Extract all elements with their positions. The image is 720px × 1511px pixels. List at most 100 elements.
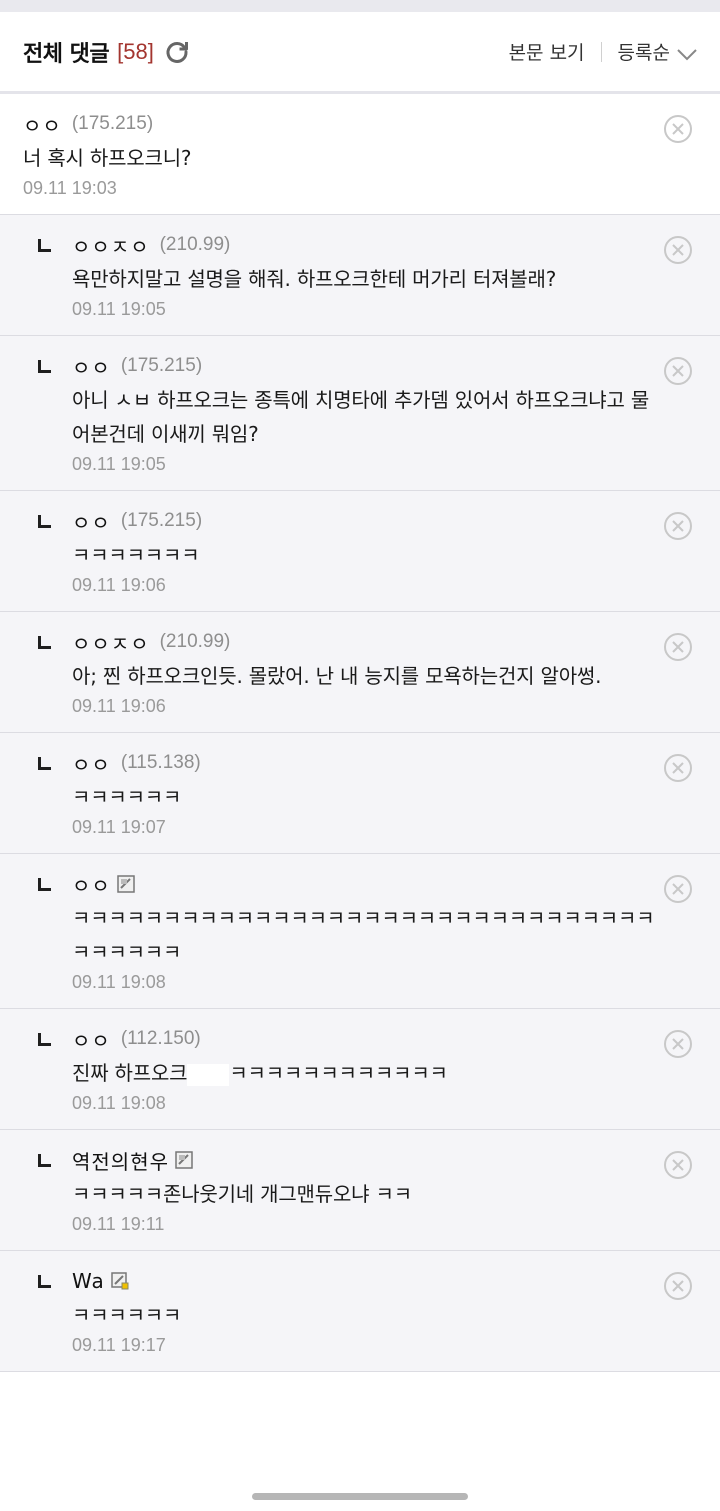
delete-comment-icon[interactable] xyxy=(663,114,693,144)
comment-text: ㅋㅋㅋㅋㅋㅋㅋ xyxy=(72,538,660,572)
delete-comment-icon[interactable] xyxy=(663,356,693,386)
comment-text: ㅋㅋㅋㅋㅋㅋ xyxy=(72,780,660,814)
delete-comment-icon[interactable] xyxy=(663,511,693,541)
comment-text: 진짜 하프오크 ㅋㅋㅋㅋㅋㅋㅋㅋㅋㅋㅋㅋ xyxy=(72,1056,660,1090)
comment-ip: (210.99) xyxy=(159,631,231,652)
comment-author[interactable]: ㅇㅇ xyxy=(23,110,62,139)
comment-item: ㅇㅇ (112.150) 진짜 하프오크 ㅋㅋㅋㅋㅋㅋㅋㅋㅋㅋㅋㅋ 09.11 19:0… xyxy=(0,1009,720,1130)
reply-arrow-icon xyxy=(38,1154,51,1167)
comment-date: 09.11 19:06 xyxy=(72,696,166,716)
delete-comment-icon[interactable] xyxy=(663,235,693,265)
comment-author[interactable]: 역전의현우 xyxy=(72,1146,169,1175)
comment-ip: (112.150) xyxy=(120,1028,201,1049)
view-body-button[interactable]: 본문 보기 xyxy=(509,38,585,65)
comment-item: ㅇㅇ (115.138) ㅋㅋㅋㅋㅋㅋ 09.11 19:07 xyxy=(0,733,720,854)
comment-meta: Wa xyxy=(72,1268,660,1294)
comment-text-content: 아; 찐 하프오크인듯. 몰랐어. 난 내 능지를 모욕하는건지 알아썽. xyxy=(72,664,602,688)
comment-author[interactable]: ㅇㅇㅈㅇ xyxy=(72,628,150,657)
comment-text-content: ㅋㅋㅋㅋㅋ존나웃기네 개그맨듀오냐 ㅋㅋ xyxy=(72,1182,412,1206)
delete-comment-icon[interactable] xyxy=(663,874,693,904)
comment-meta: 역전의현우 xyxy=(72,1146,660,1175)
comment-text-content: 너 혹시 하프오크니? xyxy=(23,146,192,170)
comment-author[interactable]: Wa xyxy=(72,1269,105,1293)
reply-arrow-icon xyxy=(38,239,51,252)
comments-header: 전체 댓글 [58] 본문 보기 등록순 xyxy=(0,12,720,94)
delete-comment-icon[interactable] xyxy=(663,1271,693,1301)
reply-arrow-icon xyxy=(38,360,51,373)
comment-text-tail: ㅋㅋㅋㅋㅋㅋㅋㅋㅋㅋㅋㅋ xyxy=(229,1061,448,1085)
comment-text: 욕만하지말고 설명을 해줘. 하프오크한테 머가리 터져볼래? xyxy=(72,262,660,296)
reply-arrow-icon xyxy=(38,636,51,649)
comment-meta: ㅇㅇ (175.215) xyxy=(72,352,660,381)
comment-text: 아; 찐 하프오크인듯. 몰랐어. 난 내 능지를 모욕하는건지 알아썽. xyxy=(72,659,660,693)
comment-author[interactable]: ㅇㅇ xyxy=(72,749,111,778)
comment-text: ㅋㅋㅋㅋㅋㅋㅋㅋㅋㅋㅋㅋㅋㅋㅋㅋㅋㅋㅋㅋㅋㅋㅋㅋㅋㅋㅋㅋㅋㅋㅋㅋㅋㅋㅋㅋㅋㅋ xyxy=(72,901,660,969)
comment-author[interactable]: ㅇㅇ xyxy=(72,870,111,899)
comment-item: ㅇㅇㅈㅇ (210.99) 욕만하지말고 설명을 해줘. 하프오크한테 머가리 터져… xyxy=(0,215,720,336)
comment-meta: ㅇㅇ (115.138) xyxy=(72,749,660,778)
comments-title: 전체 댓글 xyxy=(23,41,110,67)
comment-item: ㅇㅇ (175.215) 아니 ㅅㅂ 하프오크는 종특에 치명타에 추가뎀 있어서 … xyxy=(0,336,720,491)
comment-meta: ㅇㅇ (175.215) xyxy=(23,110,660,139)
comment-item: ㅇㅇ (175.215) 너 혹시 하프오크니? 09.11 19:03 xyxy=(0,94,720,215)
comment-meta: ㅇㅇ (112.150) xyxy=(72,1025,660,1054)
comment-author[interactable]: ㅇㅇ xyxy=(72,1025,111,1054)
reply-arrow-icon xyxy=(38,515,51,528)
comment-ip: (175.215) xyxy=(120,510,203,531)
header-left: 전체 댓글 [58] xyxy=(23,36,190,68)
comment-text-content: 진짜 하프오크 xyxy=(72,1061,188,1085)
refresh-icon[interactable] xyxy=(164,39,190,65)
comment-author[interactable]: ㅇㅇ xyxy=(72,507,111,536)
comment-item: ㅇㅇㅈㅇ (210.99) 아; 찐 하프오크인듯. 몰랐어. 난 내 능지를 모욕… xyxy=(0,612,720,733)
reply-arrow-icon xyxy=(38,1033,51,1046)
delete-comment-icon[interactable] xyxy=(663,1150,693,1180)
comment-ip: (115.138) xyxy=(120,752,201,773)
reply-arrow-icon xyxy=(38,757,51,770)
semi-fixed-nick-icon xyxy=(111,1272,129,1290)
chevron-down-icon[interactable] xyxy=(676,45,698,60)
comment-meta: ㅇㅇㅈㅇ (210.99) xyxy=(72,231,660,260)
home-indicator xyxy=(252,1493,468,1500)
fixed-nick-icon xyxy=(117,875,135,893)
header-right: 본문 보기 등록순 xyxy=(509,38,698,65)
comment-item: 역전의현우 ㅋㅋㅋㅋㅋ존나웃기네 개그맨듀오냐 ㅋㅋ 09.11 19:11 xyxy=(0,1130,720,1251)
sort-dropdown[interactable]: 등록순 xyxy=(618,38,670,65)
comment-text: 너 혹시 하프오크니? xyxy=(23,141,660,175)
comment-text-content: ㅋㅋㅋㅋㅋㅋㅋㅋㅋㅋㅋㅋㅋㅋㅋㅋㅋㅋㅋㅋㅋㅋㅋㅋㅋㅋㅋㅋㅋㅋㅋㅋㅋㅋㅋㅋㅋㅋ xyxy=(72,906,655,964)
comment-text: ㅋㅋㅋㅋㅋ존나웃기네 개그맨듀오냐 ㅋㅋ xyxy=(72,1177,660,1211)
comment-text-content: ㅋㅋㅋㅋㅋㅋㅋ xyxy=(72,543,200,567)
comment-date: 09.11 19:07 xyxy=(72,817,166,837)
reply-arrow-icon xyxy=(38,1275,51,1288)
comment-author[interactable]: ㅇㅇ xyxy=(72,352,111,381)
comment-date: 09.11 19:08 xyxy=(72,1093,166,1113)
comment-meta: ㅇㅇㅈㅇ (210.99) xyxy=(72,628,660,657)
comment-item: Wa ㅋㅋㅋㅋㅋㅋ 09.11 19:17 xyxy=(0,1251,720,1372)
comment-date: 09.11 19:05 xyxy=(72,299,166,319)
fixed-nick-icon xyxy=(175,1151,193,1169)
comment-ip: (210.99) xyxy=(159,234,231,255)
comment-text-content: 아니 ㅅㅂ 하프오크는 종특에 치명타에 추가뎀 있어서 하프오크냐고 물어본건… xyxy=(72,388,650,446)
comment-count: [58] xyxy=(117,38,154,64)
comment-item: ㅇㅇ (175.215) ㅋㅋㅋㅋㅋㅋㅋ 09.11 19:06 xyxy=(0,491,720,612)
comment-date: 09.11 19:05 xyxy=(72,454,166,474)
comment-text: 아니 ㅅㅂ 하프오크는 종특에 치명타에 추가뎀 있어서 하프오크냐고 물어본건… xyxy=(72,383,660,451)
delete-comment-icon[interactable] xyxy=(663,1029,693,1059)
comment-date: 09.11 19:06 xyxy=(72,575,166,595)
redacted-block xyxy=(187,1063,230,1086)
comment-date: 09.11 19:11 xyxy=(72,1214,165,1234)
comment-author[interactable]: ㅇㅇㅈㅇ xyxy=(72,231,150,260)
comment-meta: ㅇㅇ xyxy=(72,870,660,899)
comment-ip: (175.215) xyxy=(71,113,154,134)
comment-ip: (175.215) xyxy=(120,355,203,376)
comment-date: 09.11 19:17 xyxy=(72,1335,166,1355)
comment-text-content: ㅋㅋㅋㅋㅋㅋ xyxy=(72,785,182,809)
delete-comment-icon[interactable] xyxy=(663,632,693,662)
delete-comment-icon[interactable] xyxy=(663,753,693,783)
comment-list: ㅇㅇ (175.215) 너 혹시 하프오크니? 09.11 19:03 ㅇㅇㅈㅇ (21… xyxy=(0,94,720,1372)
reply-arrow-icon xyxy=(38,878,51,891)
comment-text-content: 욕만하지말고 설명을 해줘. 하프오크한테 머가리 터져볼래? xyxy=(72,267,557,291)
comment-text: ㅋㅋㅋㅋㅋㅋ xyxy=(72,1298,660,1332)
top-strip xyxy=(0,0,720,12)
comment-date: 09.11 19:03 xyxy=(23,178,117,198)
comment-item: ㅇㅇㅋㅋㅋㅋㅋㅋㅋㅋㅋㅋㅋㅋㅋㅋㅋㅋㅋㅋㅋㅋㅋㅋㅋㅋㅋㅋㅋㅋㅋㅋㅋㅋㅋㅋㅋㅋㅋㅋ… xyxy=(0,854,720,1009)
